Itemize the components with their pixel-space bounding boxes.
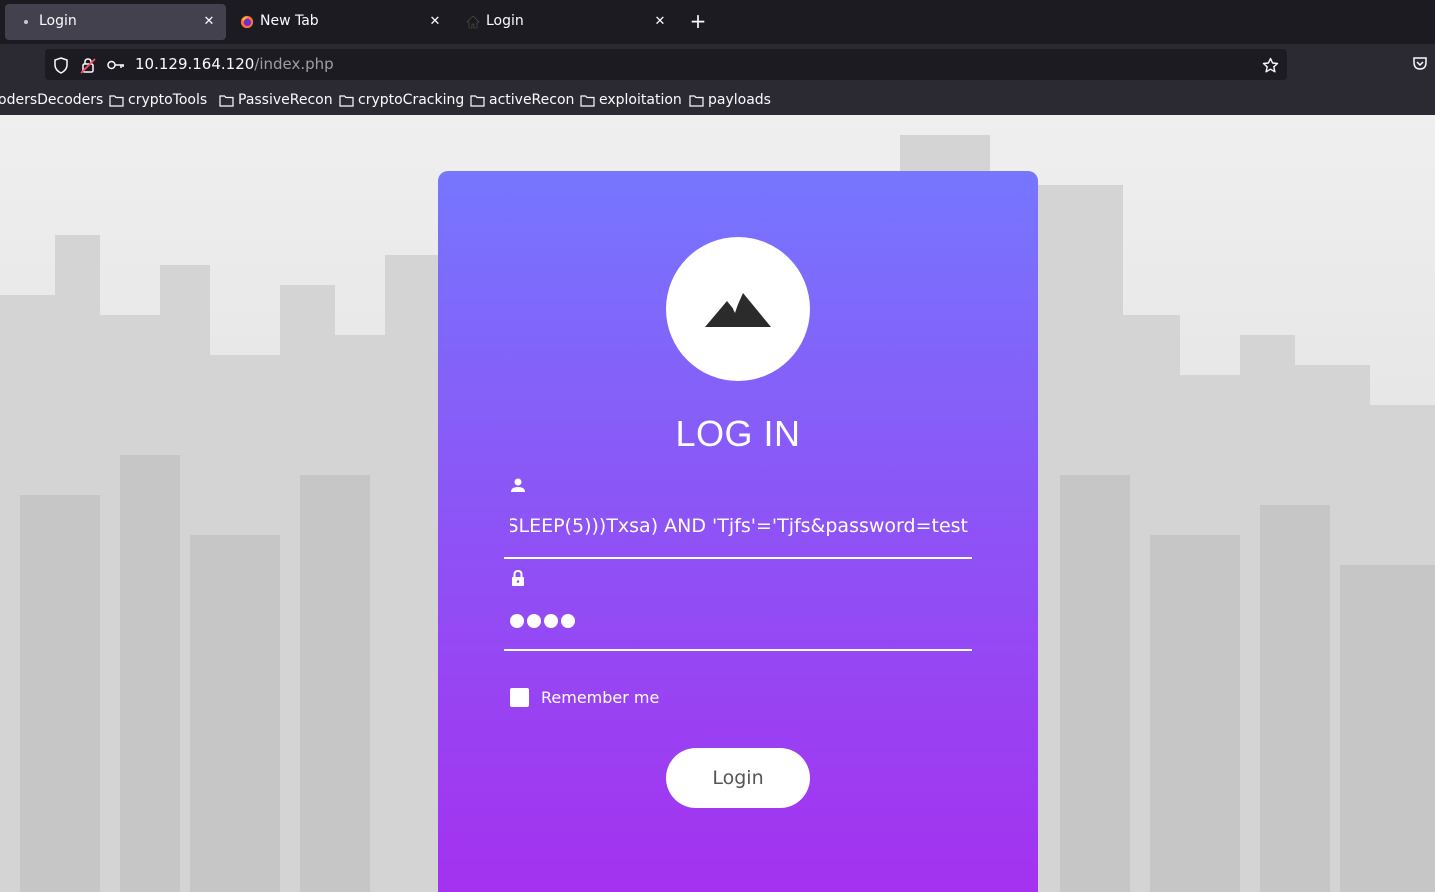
bookmark-folder[interactable]: odersDecoders: [0, 91, 103, 109]
pocket-icon[interactable]: [1412, 55, 1430, 73]
nav-bar: 10.129.164.120/index.php: [0, 44, 1435, 84]
tab-new-tab[interactable]: New Tab ✕: [226, 4, 452, 40]
url-host: 10.129.164.120: [135, 55, 255, 73]
bookmarks-toolbar: odersDecoders cryptoTools PassiveRecon c…: [0, 84, 1435, 115]
bookmark-label: activeRecon: [489, 92, 575, 108]
folder-icon: [219, 94, 234, 107]
folder-icon: [470, 94, 485, 107]
username-field[interactable]: (SELECT 7890 FROM (SELECT(SLEEP(5)))Txsa…: [504, 477, 972, 559]
page-content: LOG IN (SELECT 7890 FROM (SELECT(SLEEP(5…: [0, 115, 1435, 892]
bookmark-folder[interactable]: cryptoCracking: [339, 91, 464, 109]
mountain-icon: [705, 293, 771, 327]
url-bar[interactable]: 10.129.164.120/index.php: [45, 49, 1287, 80]
shield-icon[interactable]: [52, 56, 70, 74]
folder-icon: [109, 94, 124, 107]
close-icon[interactable]: ✕: [200, 12, 218, 30]
firefox-icon: [240, 15, 254, 29]
url-path: /index.php: [254, 55, 334, 73]
lock-icon: [510, 569, 526, 587]
bookmark-folder[interactable]: exploitation: [580, 91, 682, 109]
folder-icon: [339, 94, 354, 107]
tab-login[interactable]: Login ✕: [452, 4, 677, 40]
tab-strip: Login ✕ New Tab ✕ Login ✕ +: [0, 0, 1435, 44]
user-icon: [510, 477, 526, 495]
url-text[interactable]: 10.129.164.120/index.php: [135, 55, 334, 73]
remember-me-row[interactable]: Remember me: [510, 686, 659, 708]
tab-title: Login: [486, 13, 524, 29]
bookmark-label: payloads: [708, 92, 771, 108]
insecure-lock-icon[interactable]: [79, 56, 97, 74]
password-mask-dot: [527, 614, 541, 628]
password-mask-dot: [510, 614, 524, 628]
close-icon[interactable]: ✕: [651, 12, 669, 30]
logo-circle: [666, 237, 810, 381]
password-mask-dot: [561, 614, 575, 628]
tab-title: Login: [39, 13, 77, 29]
tab-login-active[interactable]: Login ✕: [5, 4, 226, 40]
page-dot-icon: [19, 15, 33, 29]
password-field[interactable]: [504, 569, 972, 651]
home-icon: [466, 15, 480, 29]
remember-me-label: Remember me: [541, 687, 660, 707]
bookmark-label: exploitation: [599, 92, 682, 108]
folder-icon: [689, 94, 704, 107]
bookmark-label: cryptoCracking: [358, 92, 465, 108]
bookmark-label: cryptoTools: [128, 92, 208, 108]
bookmark-label: odersDecoders: [0, 92, 104, 108]
login-button[interactable]: Login: [666, 748, 810, 808]
password-mask-dot: [544, 614, 558, 628]
close-icon[interactable]: ✕: [426, 12, 444, 30]
username-input[interactable]: (SELECT 7890 FROM (SELECT(SLEEP(5)))Txsa…: [510, 515, 968, 545]
key-icon[interactable]: [107, 56, 125, 74]
star-icon[interactable]: [1261, 56, 1279, 74]
bookmark-folder[interactable]: activeRecon: [470, 91, 574, 109]
new-tab-button[interactable]: +: [686, 10, 710, 34]
bookmark-folder[interactable]: cryptoTools: [109, 91, 207, 109]
bookmark-folder[interactable]: PassiveRecon: [219, 91, 333, 109]
password-input[interactable]: [510, 607, 575, 628]
bookmark-folder[interactable]: payloads: [689, 91, 771, 109]
login-card: LOG IN (SELECT 7890 FROM (SELECT(SLEEP(5…: [438, 171, 1038, 892]
tab-title: New Tab: [260, 13, 319, 29]
remember-me-checkbox[interactable]: [510, 687, 529, 707]
username-value: (SELECT 7890 FROM (SELECT(SLEEP(5)))Txsa…: [510, 515, 968, 537]
bookmark-label: PassiveRecon: [238, 92, 333, 108]
folder-icon: [580, 94, 595, 107]
login-title: LOG IN: [675, 413, 801, 454]
